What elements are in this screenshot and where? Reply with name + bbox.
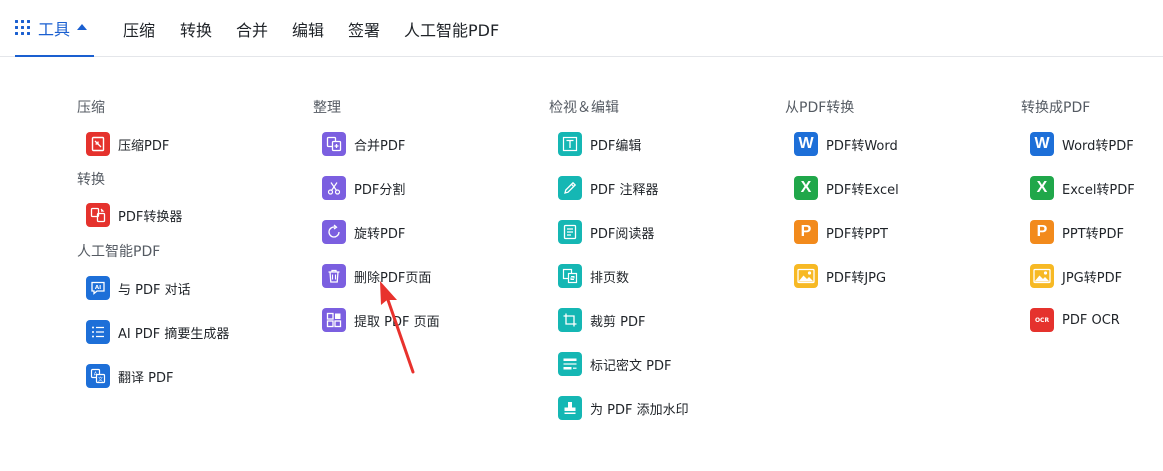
svg-text:文: 文	[98, 376, 103, 383]
ai-chat-icon: AI	[86, 276, 110, 300]
menu-item-label: 标记密文 PDF	[590, 358, 672, 374]
text-edit-icon	[558, 132, 582, 156]
nav-merge[interactable]: 合并	[236, 0, 268, 57]
menu-item-chat-with-pdf[interactable]: AI 与 PDF 对话	[86, 275, 191, 301]
menu-item-label: 提取 PDF 页面	[354, 314, 440, 330]
caret-up-icon	[77, 23, 88, 30]
word-icon: W	[794, 132, 818, 156]
section-heading-view-edit: 检视＆编辑	[549, 100, 619, 116]
menu-item-pdf-converter[interactable]: PDF转换器	[86, 202, 182, 228]
menu-item-label: PPT转PDF	[1062, 226, 1124, 242]
nav-tools-menu[interactable]: 工具	[15, 0, 94, 57]
section-heading-ai-pdf: 人工智能PDF	[77, 244, 161, 260]
menu-item-pdf-to-word[interactable]: W PDF转Word	[794, 131, 898, 157]
menu-item-label: 旋转PDF	[354, 226, 406, 242]
grid-icon	[15, 20, 30, 35]
menu-item-add-watermark[interactable]: 为 PDF 添加水印	[558, 395, 689, 421]
convert-icon	[86, 203, 110, 227]
redact-icon	[558, 352, 582, 376]
nav-ai-pdf[interactable]: 人工智能PDF	[404, 0, 499, 57]
menu-item-pdf-annotator[interactable]: PDF 注释器	[558, 175, 658, 201]
menu-item-ai-summarizer[interactable]: AI PDF 摘要生成器	[86, 319, 229, 345]
translate-icon: A文	[86, 364, 110, 388]
menu-item-label: PDF转换器	[118, 209, 183, 225]
nav-convert[interactable]: 转换	[180, 0, 212, 57]
menu-item-pdf-reader[interactable]: PDF阅读器	[558, 219, 654, 245]
nav-compress[interactable]: 压缩	[123, 0, 155, 57]
menu-item-label: PDF分割	[354, 182, 406, 198]
section-heading-from-pdf: 从PDF转换	[785, 100, 855, 116]
menu-item-pdf-to-jpg[interactable]: PDF转JPG	[794, 263, 886, 289]
menu-item-label: JPG转PDF	[1062, 270, 1123, 286]
ppt-icon: P	[794, 220, 818, 244]
nav-edit[interactable]: 编辑	[292, 0, 324, 57]
menu-item-label: PDF转Excel	[826, 182, 899, 198]
list-summary-icon	[86, 320, 110, 344]
menu-item-excel-to-pdf[interactable]: X Excel转PDF	[1030, 175, 1135, 201]
menu-item-label: 与 PDF 对话	[118, 282, 191, 298]
section-heading-compress: 压缩	[77, 100, 105, 116]
menu-item-translate-pdf[interactable]: A文 翻译 PDF	[86, 363, 173, 389]
menu-item-label: PDF转JPG	[826, 270, 887, 286]
menu-item-delete-pdf-pages[interactable]: 删除PDF页面	[322, 263, 431, 289]
menu-item-extract-pdf-pages[interactable]: 提取 PDF 页面	[322, 307, 440, 333]
menu-item-pdf-ocr[interactable]: OCR PDF OCR	[1030, 307, 1120, 333]
menu-item-compress-pdf[interactable]: 压缩PDF	[86, 131, 169, 157]
nav-sign[interactable]: 签署	[348, 0, 380, 57]
menu-item-label: 压缩PDF	[118, 138, 170, 154]
menu-item-label: Excel转PDF	[1062, 182, 1135, 198]
excel-icon: X	[1030, 176, 1054, 200]
top-nav: 工具 压缩 转换 合并 编辑 签署 人工智能PDF	[0, 0, 1163, 57]
menu-item-jpg-to-pdf[interactable]: JPG转PDF	[1030, 263, 1122, 289]
menu-item-merge-pdf[interactable]: 合并PDF	[322, 131, 405, 157]
menu-item-pdf-to-excel[interactable]: X PDF转Excel	[794, 175, 899, 201]
merge-icon	[322, 132, 346, 156]
menu-item-label: 裁剪 PDF	[590, 314, 646, 330]
menu-item-label: 排页数	[590, 270, 630, 286]
menu-item-label: 为 PDF 添加水印	[590, 402, 689, 418]
rotate-icon	[322, 220, 346, 244]
menu-item-label: AI PDF 摘要生成器	[118, 326, 230, 342]
section-heading-convert: 转换	[77, 172, 105, 188]
nav-tools-label: 工具	[38, 19, 71, 39]
menu-item-pdf-to-ppt[interactable]: P PDF转PPT	[794, 219, 888, 245]
compress-icon	[86, 132, 110, 156]
menu-item-ppt-to-pdf[interactable]: P PPT转PDF	[1030, 219, 1124, 245]
menu-item-label: 翻译 PDF	[118, 370, 174, 386]
crop-icon	[558, 308, 582, 332]
ocr-icon: OCR	[1030, 308, 1054, 332]
section-heading-organize: 整理	[313, 100, 341, 116]
pencil-icon	[558, 176, 582, 200]
extract-pages-icon	[322, 308, 346, 332]
menu-item-crop-pdf[interactable]: 裁剪 PDF	[558, 307, 645, 333]
menu-item-label: 合并PDF	[354, 138, 406, 154]
scissors-icon	[322, 176, 346, 200]
menu-item-label: Word转PDF	[1062, 138, 1134, 154]
stamp-icon	[558, 396, 582, 420]
image-icon	[794, 264, 818, 288]
ppt-icon: P	[1030, 220, 1054, 244]
image-icon	[1030, 264, 1054, 288]
menu-item-label: 删除PDF页面	[354, 270, 432, 286]
page-numbers-icon	[558, 264, 582, 288]
menu-item-redact-pdf[interactable]: 标记密文 PDF	[558, 351, 671, 377]
menu-item-split-pdf[interactable]: PDF分割	[322, 175, 405, 201]
menu-item-label: PDF OCR	[1062, 312, 1120, 328]
menu-item-label: PDF转Word	[826, 138, 898, 154]
trash-icon	[322, 264, 346, 288]
menu-item-label: PDF编辑	[590, 138, 642, 154]
menu-item-page-numbers[interactable]: 排页数	[558, 263, 629, 289]
svg-text:AI: AI	[95, 285, 101, 291]
reader-icon	[558, 220, 582, 244]
menu-item-label: PDF 注释器	[590, 182, 659, 198]
menu-item-label: PDF转PPT	[826, 226, 888, 242]
menu-item-word-to-pdf[interactable]: W Word转PDF	[1030, 131, 1134, 157]
section-heading-to-pdf: 转换成PDF	[1021, 100, 1091, 116]
word-icon: W	[1030, 132, 1054, 156]
menu-item-edit-pdf[interactable]: PDF编辑	[558, 131, 641, 157]
menu-item-label: PDF阅读器	[590, 226, 655, 242]
menu-item-rotate-pdf[interactable]: 旋转PDF	[322, 219, 405, 245]
excel-icon: X	[794, 176, 818, 200]
